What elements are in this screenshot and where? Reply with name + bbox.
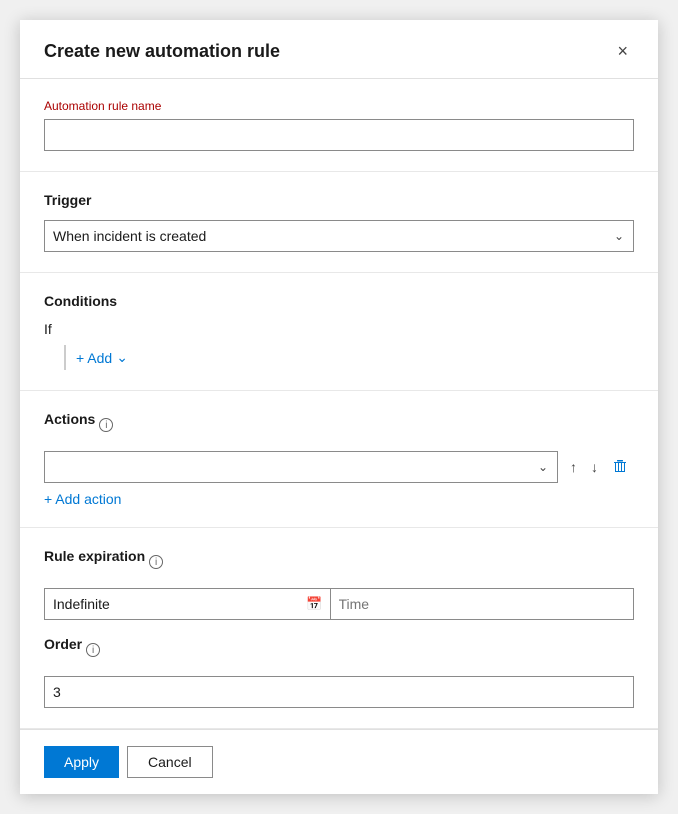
order-heading-row: Order i — [44, 636, 634, 664]
actions-row: ⌄ ↑ ↓ — [44, 451, 634, 483]
order-input[interactable] — [44, 676, 634, 708]
trigger-section: Trigger When incident is created When in… — [20, 172, 658, 273]
dialog-title: Create new automation rule — [44, 41, 280, 62]
trigger-select[interactable]: When incident is created When incident i… — [44, 220, 634, 252]
dialog-footer: Apply Cancel — [20, 729, 658, 794]
add-condition-button[interactable]: + Add ⌄ — [76, 345, 128, 370]
expiration-info-icon: i — [149, 555, 163, 569]
delete-icon — [612, 458, 628, 477]
automation-name-section: Automation rule name — [20, 79, 658, 172]
automation-name-input[interactable] — [44, 119, 634, 151]
order-section: Order i — [44, 636, 634, 708]
add-action-label: + Add action — [44, 491, 121, 507]
close-button[interactable]: × — [611, 40, 634, 62]
add-condition-label: + Add — [76, 350, 112, 366]
move-down-button[interactable]: ↓ — [585, 455, 604, 479]
move-up-button[interactable]: ↑ — [564, 455, 583, 479]
action-controls: ↑ ↓ — [564, 454, 634, 481]
rule-expiration-section: Rule expiration i 📅 Order i — [20, 528, 658, 729]
expiration-label: Rule expiration — [44, 548, 145, 564]
actions-info-icon: i — [99, 418, 113, 432]
apply-button[interactable]: Apply — [44, 746, 119, 778]
dialog-header: Create new automation rule × — [20, 20, 658, 79]
conditions-section: Conditions If + Add ⌄ — [20, 273, 658, 391]
actions-heading-row: Actions i — [44, 411, 634, 439]
order-info-icon: i — [86, 643, 100, 657]
order-label: Order — [44, 636, 82, 652]
actions-label: Actions — [44, 411, 95, 427]
actions-section: Actions i ⌄ ↑ ↓ — [20, 391, 658, 528]
actions-select[interactable] — [44, 451, 558, 483]
move-up-icon: ↑ — [570, 459, 577, 475]
automation-name-label: Automation rule name — [44, 99, 634, 113]
trigger-label: Trigger — [44, 192, 634, 208]
if-label: If — [44, 321, 634, 337]
move-down-icon: ↓ — [591, 459, 598, 475]
delete-action-button[interactable] — [606, 454, 634, 481]
trigger-select-wrapper: When incident is created When incident i… — [44, 220, 634, 252]
create-automation-dialog: Create new automation rule × Automation … — [20, 20, 658, 794]
conditions-label: Conditions — [44, 293, 634, 309]
add-condition-chevron-icon: ⌄ — [116, 349, 128, 366]
dialog-body: Automation rule name Trigger When incide… — [20, 79, 658, 729]
add-condition-row: + Add ⌄ — [64, 345, 634, 370]
expiration-date-wrapper: 📅 — [44, 588, 331, 620]
expiration-heading-row: Rule expiration i — [44, 548, 634, 576]
actions-select-wrapper: ⌄ — [44, 451, 558, 483]
expiration-time-input[interactable] — [331, 588, 635, 620]
add-action-button[interactable]: + Add action — [44, 483, 121, 507]
cancel-button[interactable]: Cancel — [127, 746, 213, 778]
expiration-row: 📅 — [44, 588, 634, 620]
expiration-date-input[interactable] — [44, 588, 331, 620]
